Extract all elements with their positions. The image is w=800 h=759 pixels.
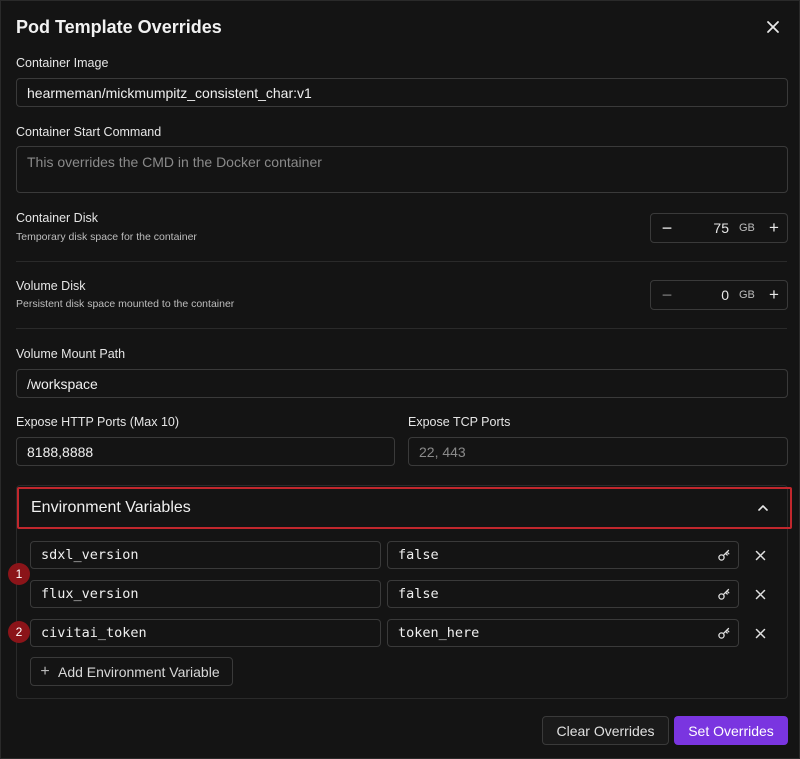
container-image-label: Container Image (16, 56, 109, 70)
add-env-variable-button[interactable]: + Add Environment Variable (30, 657, 233, 686)
annotation-badge: 1 (8, 563, 30, 585)
close-icon (755, 628, 765, 638)
env-value-input[interactable]: false (387, 541, 739, 569)
volume-disk-decrement-button[interactable]: − (651, 285, 683, 306)
volume-disk-increment-button[interactable]: + (761, 285, 787, 305)
close-icon (755, 550, 765, 560)
key-icon[interactable] (717, 548, 731, 562)
container-disk-increment-button[interactable]: + (761, 218, 787, 238)
tcp-ports-input[interactable]: 22, 443 (408, 437, 788, 466)
env-key-input[interactable]: flux_version (30, 580, 381, 608)
volume-disk-label: Volume Disk (16, 279, 86, 293)
volume-disk-value[interactable]: 0 (683, 287, 739, 303)
container-disk-unit: GB (739, 222, 755, 234)
chevron-up-icon (758, 505, 768, 511)
container-disk-decrement-button[interactable]: − (651, 218, 683, 239)
close-icon[interactable] (763, 17, 783, 37)
remove-variable-button[interactable] (751, 624, 769, 642)
http-ports-input[interactable]: 8188,8888 (16, 437, 395, 466)
pod-template-overrides-dialog: Pod Template Overrides Container Image h… (0, 0, 800, 759)
volume-disk-stepper: − 0 GB + (650, 280, 788, 310)
env-value-text: false (398, 586, 439, 602)
tcp-ports-label: Expose TCP Ports (408, 415, 511, 429)
annotation-badge: 2 (8, 621, 30, 643)
volume-mount-input[interactable]: /workspace (16, 369, 788, 398)
divider (16, 328, 787, 329)
key-icon[interactable] (717, 587, 731, 601)
close-icon (755, 589, 765, 599)
divider (16, 261, 787, 262)
container-disk-value[interactable]: 75 (683, 220, 739, 236)
plus-icon: + (40, 662, 50, 680)
volume-disk-description: Persistent disk space mounted to the con… (16, 298, 235, 310)
container-disk-stepper: − 75 GB + (650, 213, 788, 243)
start-command-textarea[interactable]: This overrides the CMD in the Docker con… (16, 146, 788, 193)
env-section-header[interactable]: Environment Variables (17, 487, 792, 529)
http-ports-label: Expose HTTP Ports (Max 10) (16, 415, 180, 429)
container-image-input[interactable]: hearmeman/mickmumpitz_consistent_char:v1 (16, 78, 788, 107)
set-overrides-button[interactable]: Set Overrides (674, 716, 788, 745)
env-section-title: Environment Variables (31, 499, 191, 516)
clear-overrides-button[interactable]: Clear Overrides (542, 716, 669, 745)
env-value-input[interactable]: false (387, 580, 739, 608)
volume-mount-label: Volume Mount Path (16, 347, 126, 361)
env-value-input[interactable]: token_here (387, 619, 739, 647)
env-key-input[interactable]: sdxl_version (30, 541, 381, 569)
env-value-text: token_here (398, 625, 480, 641)
start-command-label: Container Start Command (16, 125, 162, 139)
key-icon[interactable] (717, 626, 731, 640)
dialog-title: Pod Template Overrides (16, 17, 222, 37)
remove-variable-button[interactable] (751, 546, 769, 564)
add-env-variable-label: Add Environment Variable (58, 663, 220, 680)
volume-disk-unit: GB (739, 289, 755, 301)
container-disk-label: Container Disk (16, 211, 98, 225)
env-key-input[interactable]: civitai_token (30, 619, 381, 647)
remove-variable-button[interactable] (751, 585, 769, 603)
container-disk-description: Temporary disk space for the container (16, 231, 197, 243)
env-value-text: false (398, 547, 439, 563)
